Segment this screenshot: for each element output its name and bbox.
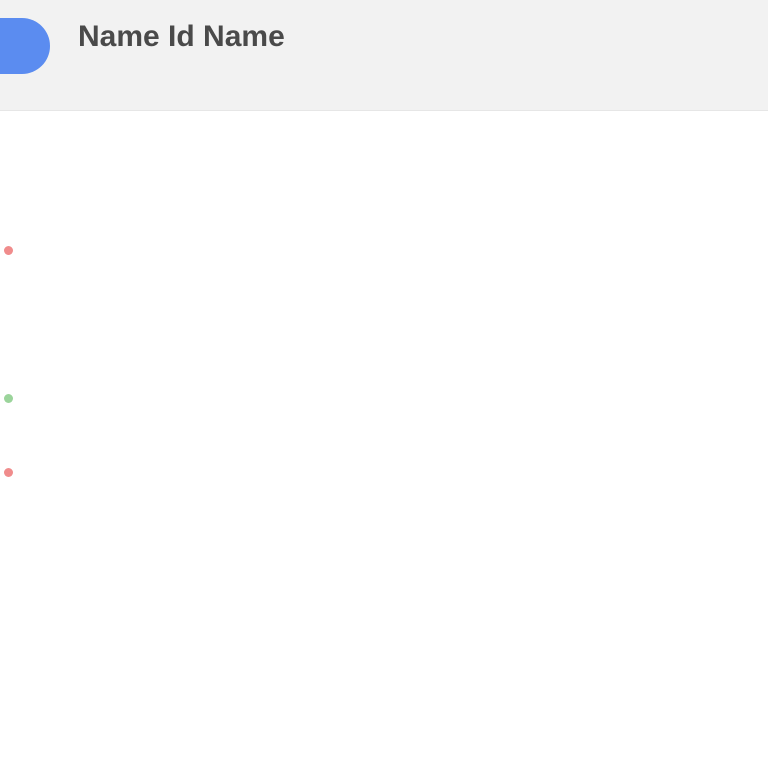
table-row[interactable] (0, 345, 768, 382)
table-row[interactable] (0, 678, 768, 715)
tab-2[interactable] (130, 146, 142, 154)
table-row[interactable] (0, 382, 768, 419)
table-row[interactable] (0, 604, 768, 641)
table-row[interactable] (0, 530, 768, 567)
tab-4[interactable] (358, 146, 370, 154)
row-marker-icon (4, 246, 13, 255)
table-body (0, 234, 768, 752)
tab-1[interactable] (10, 146, 22, 154)
avatar[interactable] (0, 18, 50, 74)
tab-bar (0, 134, 768, 180)
tab-3[interactable] (246, 146, 258, 154)
table-row[interactable] (0, 456, 768, 493)
table-row[interactable] (0, 308, 768, 345)
page-header: Name Id Name (0, 0, 768, 111)
table-row[interactable] (0, 271, 768, 308)
table-row[interactable] (0, 641, 768, 678)
table-row[interactable] (0, 234, 768, 271)
row-marker-icon (4, 468, 13, 477)
table-row[interactable] (0, 419, 768, 456)
page-title: Name Id Name (78, 20, 285, 53)
table-row[interactable] (0, 567, 768, 604)
row-marker-icon (4, 394, 13, 403)
table-row[interactable] (0, 493, 768, 530)
table-row[interactable] (0, 715, 768, 752)
